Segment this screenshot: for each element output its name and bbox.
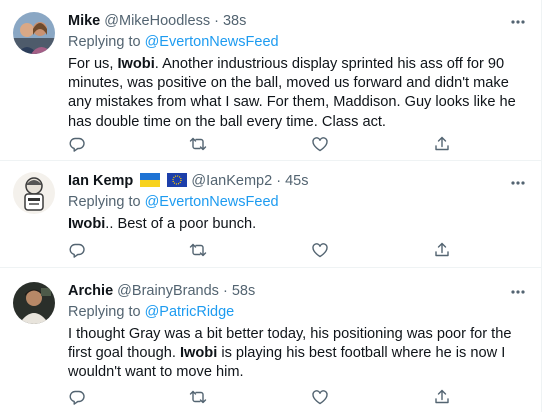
replying-to: Replying to @EvertonNewsFeed bbox=[68, 33, 529, 52]
timestamp[interactable]: 58s bbox=[232, 283, 255, 299]
like-icon[interactable] bbox=[311, 241, 329, 259]
mention-link[interactable]: @EvertonNewsFeed bbox=[145, 34, 279, 50]
tweet-actions bbox=[68, 135, 488, 153]
retweet-icon[interactable] bbox=[189, 135, 207, 153]
reply-icon[interactable] bbox=[68, 135, 86, 153]
text-run: .. Best of a poor bunch. bbox=[105, 216, 257, 232]
like-icon[interactable] bbox=[311, 135, 329, 153]
replying-to-prefix: Replying to bbox=[68, 34, 145, 50]
ukraine-flag-icon bbox=[140, 173, 161, 187]
tweet-header: Archie @BrainyBrands · 58s bbox=[68, 282, 529, 300]
tweet-text: For us, Iwobi. Another industrious displ… bbox=[68, 55, 529, 132]
timestamp[interactable]: 45s bbox=[285, 173, 308, 189]
user-handle[interactable]: @MikeHoodless bbox=[104, 13, 210, 29]
tweet[interactable]: Archie @BrainyBrands · 58s Replying to @… bbox=[0, 268, 541, 412]
retweet-icon[interactable] bbox=[189, 241, 207, 259]
user-handle[interactable]: @IanKemp2 bbox=[191, 173, 272, 189]
mention-link[interactable]: @PatricRidge bbox=[145, 304, 235, 320]
user-handle[interactable]: @BrainyBrands bbox=[117, 283, 219, 299]
separator: · bbox=[210, 13, 223, 29]
tweet[interactable]: Ian Kemp @IanKemp2 · 45s Replying to @Ev… bbox=[0, 161, 541, 268]
tweet-text: I thought Gray was a bit better today, h… bbox=[68, 325, 529, 383]
tweet-header: Ian Kemp @IanKemp2 · 45s bbox=[68, 172, 529, 190]
tweet-actions bbox=[68, 241, 488, 259]
like-icon[interactable] bbox=[311, 388, 329, 406]
share-icon[interactable] bbox=[433, 135, 451, 153]
more-icon[interactable] bbox=[509, 174, 527, 192]
tweet-text: Iwobi.. Best of a poor bunch. bbox=[68, 215, 529, 234]
avatar[interactable] bbox=[13, 12, 55, 54]
replying-to-prefix: Replying to bbox=[68, 194, 145, 210]
timeline: Mike @MikeHoodless · 38s Replying to @Ev… bbox=[0, 0, 542, 412]
avatar[interactable] bbox=[13, 172, 55, 214]
mention-link[interactable]: @EvertonNewsFeed bbox=[145, 194, 279, 210]
text-run: For us, bbox=[68, 56, 118, 72]
share-icon[interactable] bbox=[433, 241, 451, 259]
replying-to-prefix: Replying to bbox=[68, 304, 145, 320]
display-name[interactable]: Mike bbox=[68, 13, 100, 29]
tweet-header: Mike @MikeHoodless · 38s bbox=[68, 12, 529, 30]
replying-to: Replying to @EvertonNewsFeed bbox=[68, 193, 529, 212]
retweet-icon[interactable] bbox=[189, 388, 207, 406]
display-name[interactable]: Ian Kemp bbox=[68, 173, 133, 189]
tweet-actions bbox=[68, 388, 488, 406]
bold-text: Iwobi bbox=[179, 345, 218, 362]
avatar[interactable] bbox=[13, 282, 55, 324]
more-icon[interactable] bbox=[509, 13, 527, 31]
reply-icon[interactable] bbox=[68, 388, 86, 406]
separator: · bbox=[272, 173, 286, 189]
tweet[interactable]: Mike @MikeHoodless · 38s Replying to @Ev… bbox=[0, 0, 541, 161]
timestamp[interactable]: 38s bbox=[223, 13, 246, 29]
display-name[interactable]: Archie bbox=[68, 283, 113, 299]
share-icon[interactable] bbox=[433, 388, 451, 406]
eu-flag-icon bbox=[167, 173, 188, 187]
reply-icon[interactable] bbox=[68, 241, 86, 259]
replying-to: Replying to @PatricRidge bbox=[68, 303, 529, 322]
bold-text: Iwobi bbox=[68, 216, 106, 232]
separator: · bbox=[218, 283, 232, 299]
bold-text: Iwobi bbox=[117, 56, 155, 72]
more-icon[interactable] bbox=[509, 283, 527, 301]
